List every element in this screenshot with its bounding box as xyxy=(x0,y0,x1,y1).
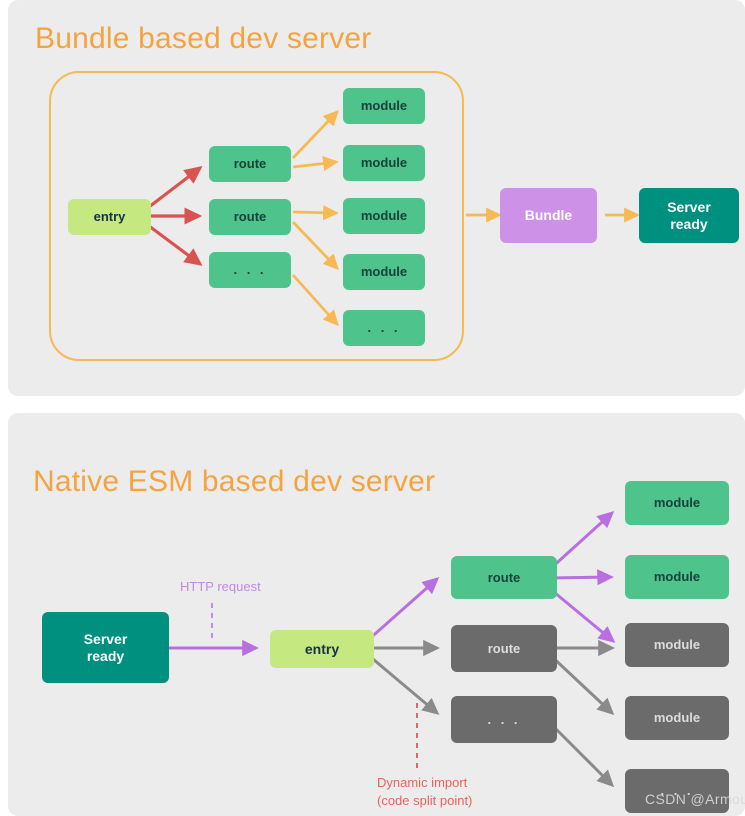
node-route-1-label: route xyxy=(233,156,267,172)
node-route-2[interactable]: route xyxy=(209,199,291,235)
node-module-1-label: module xyxy=(653,495,701,511)
node-module-1[interactable]: module xyxy=(625,481,729,525)
node-module-5-label: . . . xyxy=(367,320,401,336)
node-entry[interactable]: entry xyxy=(270,630,374,668)
node-route-3-ellipsis[interactable]: . . . xyxy=(209,252,291,288)
node-module-2[interactable]: module xyxy=(625,555,729,599)
panel-native-esm-based-dev-server: Native ESM based dev server Server ready… xyxy=(8,413,745,816)
node-server-ready-label: Server ready xyxy=(667,198,711,232)
node-module-4[interactable]: module xyxy=(625,696,729,740)
node-module-2-label: module xyxy=(653,569,701,585)
node-entry-label: entry xyxy=(304,640,340,657)
node-route-2-label: route xyxy=(233,209,267,225)
diagram-canvas-esm: Server ready entry route route . . . mod… xyxy=(8,413,745,816)
node-route-3-ellipsis[interactable]: . . . xyxy=(451,696,557,743)
node-module-5-ellipsis[interactable]: . . . xyxy=(343,310,425,346)
watermark-csdn: CSDN @Armouy xyxy=(645,791,745,807)
node-route-3-label: . . . xyxy=(487,711,521,727)
annotation-http-request: HTTP request xyxy=(180,579,261,594)
node-module-3-label: module xyxy=(360,208,408,224)
node-route-1-label: route xyxy=(487,569,521,585)
node-server-ready[interactable]: Server ready xyxy=(42,612,169,683)
node-route-2[interactable]: route xyxy=(451,625,557,672)
node-bundle[interactable]: Bundle xyxy=(500,188,597,243)
node-module-3[interactable]: module xyxy=(343,198,425,234)
panel-bundle-based-dev-server: Bundle based dev server entry route rout… xyxy=(8,0,745,396)
node-module-4-label: module xyxy=(360,264,408,280)
node-route-3-label: . . . xyxy=(233,262,267,278)
node-module-4-label: module xyxy=(653,710,701,726)
node-route-2-label: route xyxy=(487,640,521,656)
node-module-4[interactable]: module xyxy=(343,254,425,290)
node-module-1-label: module xyxy=(360,98,408,114)
node-module-1[interactable]: module xyxy=(343,88,425,124)
node-module-3[interactable]: module xyxy=(625,623,729,667)
node-server-ready-label: Server ready xyxy=(83,630,128,664)
node-route-1[interactable]: route xyxy=(209,146,291,182)
node-bundle-label: Bundle xyxy=(524,207,573,224)
node-module-2[interactable]: module xyxy=(343,145,425,181)
node-module-2-label: module xyxy=(360,155,408,171)
node-entry-label: entry xyxy=(93,209,126,225)
diagram-canvas-bundle: entry route route . . . module module mo… xyxy=(8,0,745,396)
node-module-3-label: module xyxy=(653,637,701,653)
annotation-dynamic-import: Dynamic import (code split point) xyxy=(377,775,473,808)
node-route-1[interactable]: route xyxy=(451,556,557,599)
node-server-ready[interactable]: Server ready xyxy=(639,188,739,243)
node-entry[interactable]: entry xyxy=(68,199,151,235)
